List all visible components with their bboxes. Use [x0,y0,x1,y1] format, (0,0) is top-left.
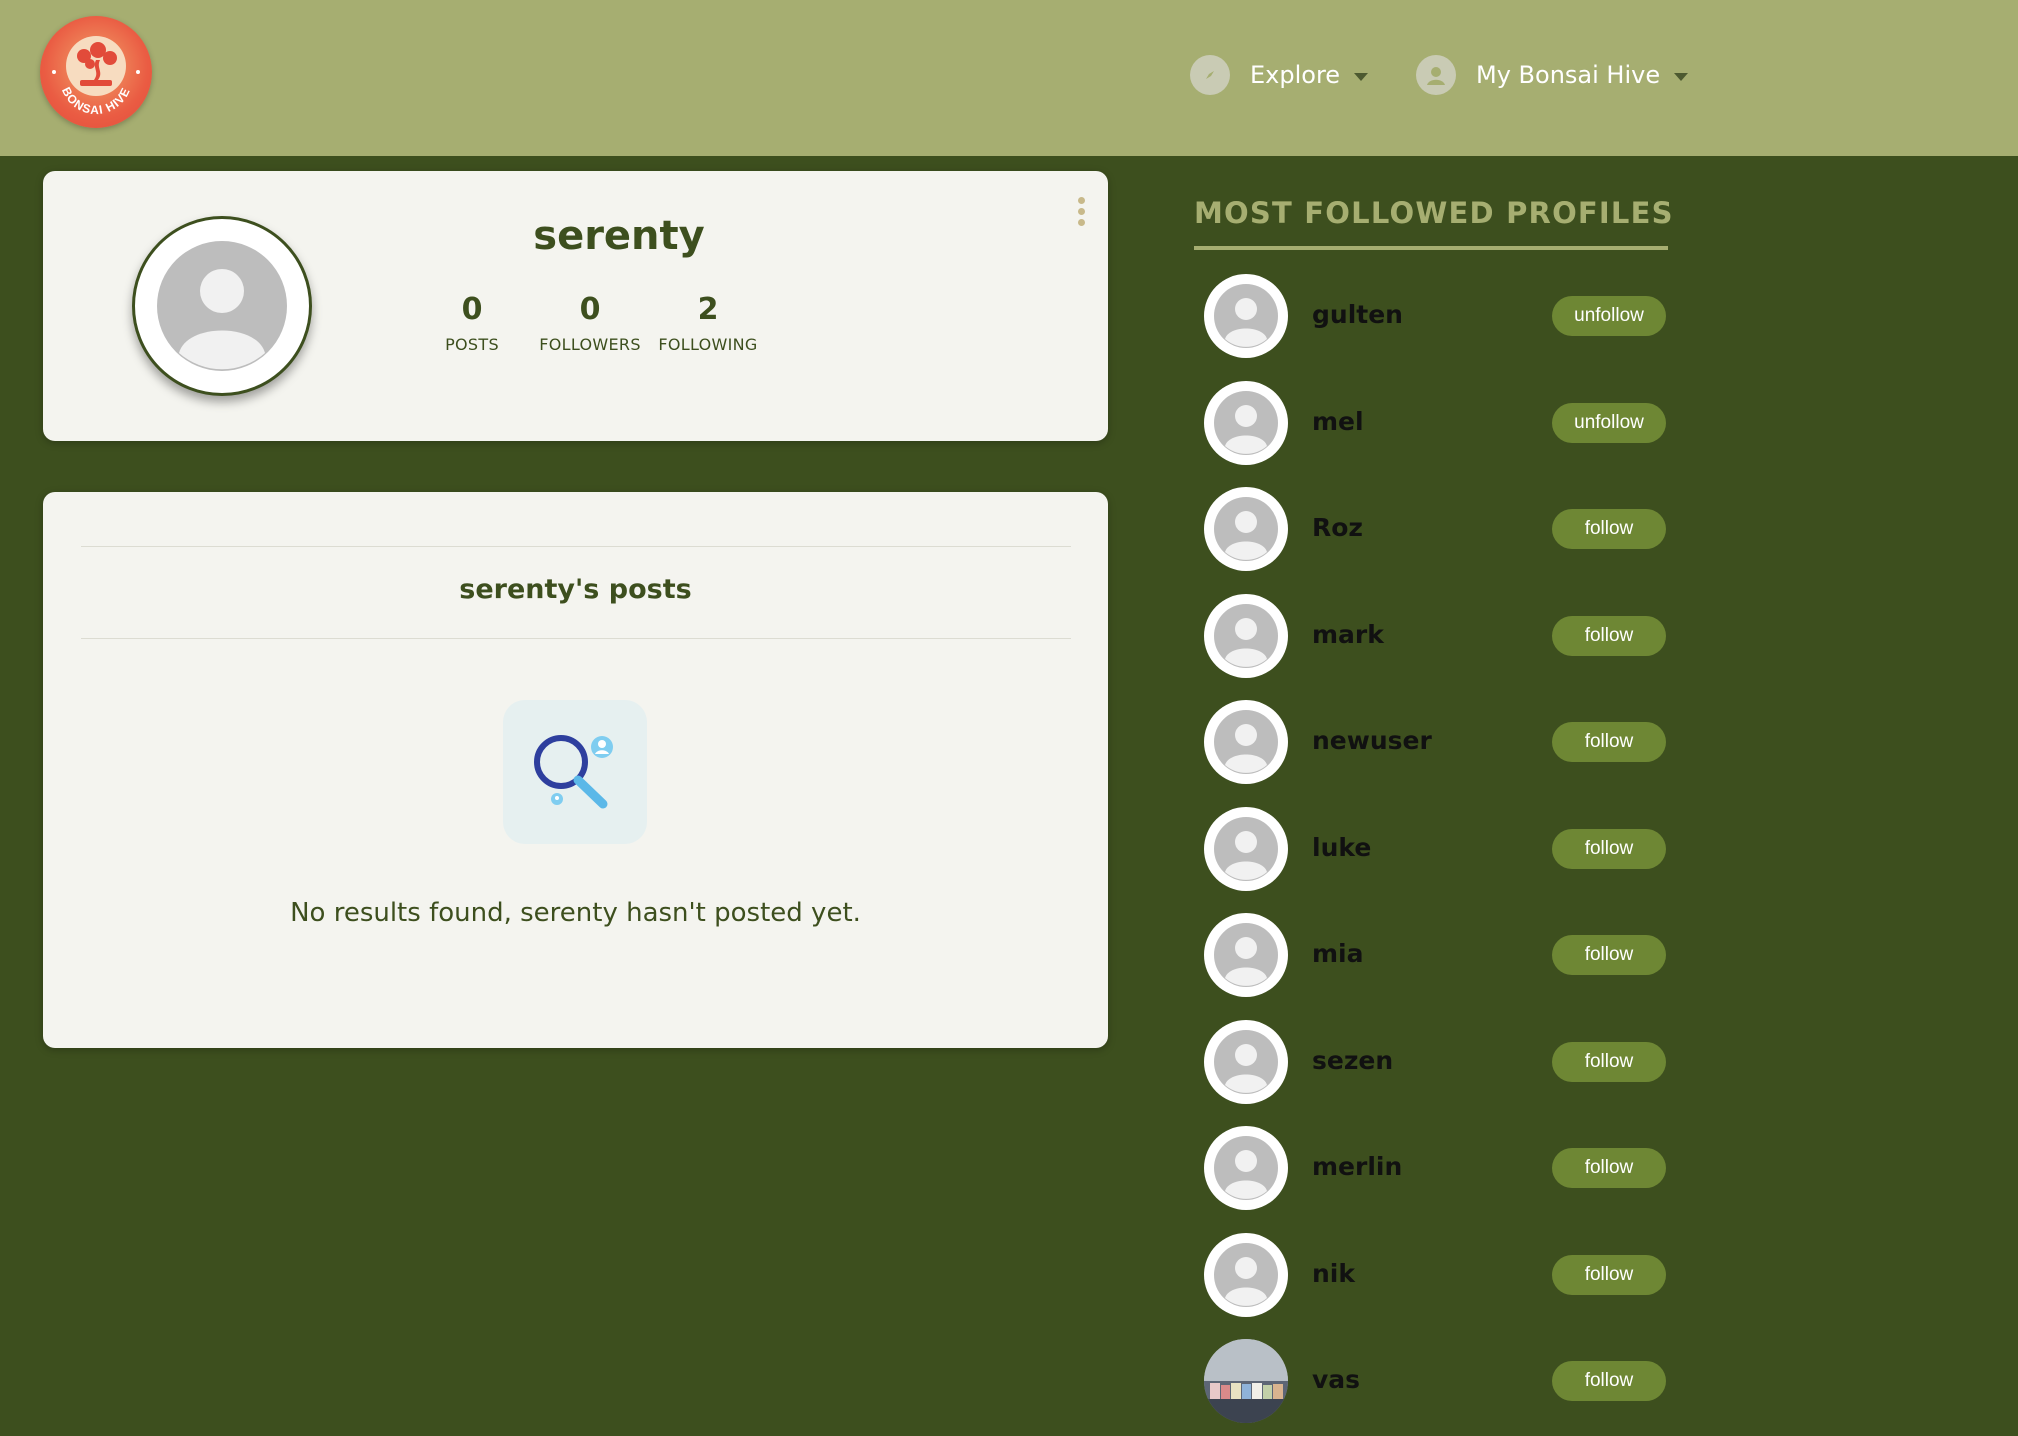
follow-button[interactable]: follow [1552,935,1666,975]
stat-label: POSTS [445,335,499,354]
kebab-menu-icon[interactable] [1071,197,1091,237]
stat-value: 0 [461,292,483,327]
follow-button[interactable]: follow [1552,1255,1666,1295]
chevron-down-icon [1354,73,1369,81]
avatar[interactable] [1204,381,1288,465]
profile-list-item: newuser follow [1204,700,1666,784]
search-magnifier-icon [503,700,647,844]
account-label: My Bonsai Hive [1476,61,1661,89]
profile-username[interactable]: merlin [1312,1152,1402,1181]
follow-button[interactable]: follow [1552,1148,1666,1188]
avatar[interactable] [1204,700,1288,784]
unfollow-button[interactable]: unfollow [1552,403,1666,443]
profile-list-item: merlin follow [1204,1126,1666,1210]
profile-stats: 0 POSTS 0 FOLLOWERS 2 FOLLOWING [413,291,767,354]
profile-username[interactable]: mia [1312,939,1364,968]
profile-username[interactable]: mark [1312,620,1384,649]
divider [81,638,1071,639]
street-photo-avatar [1204,1339,1288,1423]
empty-state-message: No results found, serenty hasn't posted … [290,898,861,928]
default-avatar-icon [1214,1136,1278,1200]
chevron-down-icon [1674,73,1689,81]
default-avatar-icon [1214,1243,1278,1307]
default-avatar-icon [1214,817,1278,881]
default-avatar-icon [1214,391,1278,455]
bonsai-tree-icon: BONSAI HIVE [52,36,140,117]
profile-list-item: mia follow [1204,913,1666,997]
account-menu[interactable]: My Bonsai Hive [1416,52,1689,98]
avatar[interactable] [1204,594,1288,678]
follow-button[interactable]: follow [1552,509,1666,549]
default-avatar-icon [1214,710,1278,774]
stat-followers[interactable]: 0 FOLLOWERS [531,291,649,354]
profile-username[interactable]: newuser [1312,726,1432,755]
avatar[interactable] [1204,487,1288,571]
profile-username[interactable]: nik [1312,1259,1355,1288]
default-avatar-icon [157,241,287,371]
profile-list-item: vas follow [1204,1339,1666,1423]
profile-list-item: sezen follow [1204,1020,1666,1104]
avatar[interactable] [1204,1020,1288,1104]
profile-list-item: luke follow [1204,807,1666,891]
profile-username[interactable]: Roz [1312,513,1363,542]
top-navbar: BONSAI HIVE Explore My Bonsai Hive [0,0,2018,156]
explore-menu[interactable]: Explore [1190,52,1369,98]
follow-button[interactable]: follow [1552,829,1666,869]
user-circle-icon [1416,55,1456,95]
profile-username: serenty [533,213,705,259]
profile-list-item: mark follow [1204,594,1666,678]
profile-list-item: nik follow [1204,1233,1666,1317]
avatar[interactable] [1204,1126,1288,1210]
posts-card: serenty's posts No results found, serent… [43,492,1108,1048]
profile-list-item: Roz follow [1204,487,1666,571]
profile-username[interactable]: sezen [1312,1046,1393,1075]
sidebar-heading-underline [1194,246,1668,250]
stat-label: FOLLOWING [658,335,758,354]
divider [81,546,1071,547]
avatar[interactable] [1204,1233,1288,1317]
avatar[interactable] [1204,913,1288,997]
stat-value: 0 [579,292,601,327]
bonsai-hive-logo[interactable]: BONSAI HIVE [40,16,152,128]
stat-value: 2 [697,292,719,327]
follow-button[interactable]: follow [1552,616,1666,656]
profile-username[interactable]: mel [1312,407,1364,436]
posts-title: serenty's posts [459,574,692,605]
default-avatar-icon [1214,1030,1278,1094]
avatar[interactable] [1204,274,1288,358]
follow-button[interactable]: follow [1552,1361,1666,1401]
stat-label: FOLLOWERS [539,335,641,354]
default-avatar-icon [1214,284,1278,348]
explore-label: Explore [1250,61,1341,89]
stat-posts: 0 POSTS [413,291,531,354]
profile-username[interactable]: vas [1312,1365,1360,1394]
follow-button[interactable]: follow [1552,722,1666,762]
default-avatar-icon [1214,604,1278,668]
unfollow-button[interactable]: unfollow [1552,296,1666,336]
compass-icon [1190,55,1230,95]
stat-following[interactable]: 2 FOLLOWING [649,291,767,354]
follow-button[interactable]: follow [1552,1042,1666,1082]
profile-list-item: gulten unfollow [1204,274,1666,358]
avatar[interactable] [1204,1339,1288,1423]
profile-username[interactable]: luke [1312,833,1371,862]
profile-avatar [132,216,312,396]
profile-card: serenty 0 POSTS 0 FOLLOWERS 2 FOLLOWING [43,171,1108,441]
sidebar-heading: MOST FOLLOWED PROFILES [1194,196,1674,230]
profile-list-item: mel unfollow [1204,381,1666,465]
default-avatar-icon [1214,497,1278,561]
avatar[interactable] [1204,807,1288,891]
default-avatar-icon [1214,923,1278,987]
profile-username[interactable]: gulten [1312,300,1403,329]
